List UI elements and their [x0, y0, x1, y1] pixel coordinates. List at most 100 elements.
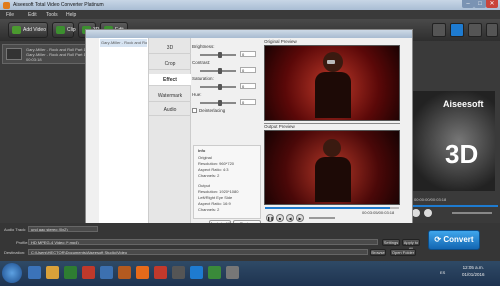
destination-field[interactable]: C:\Users\HECTOR\Documents\Aiseesoft Stud…	[28, 249, 368, 255]
minimize-button[interactable]: –	[462, 0, 474, 8]
menu-icon[interactable]	[468, 23, 482, 37]
cart-icon[interactable]	[486, 23, 498, 37]
microphone-icon	[327, 60, 335, 64]
title-bar: Aiseesoft Total Video Converter Platinum…	[0, 0, 500, 10]
seek-progress	[265, 207, 390, 209]
stop-icon[interactable]	[412, 209, 420, 217]
chrome-icon[interactable]	[82, 266, 95, 279]
tab-effect[interactable]: Effect	[149, 74, 191, 86]
hue-slider[interactable]	[200, 100, 236, 106]
apply-all-bottom-button[interactable]: Apply to All	[402, 239, 420, 251]
hue-label: Hue:	[192, 92, 202, 97]
list-view-icon[interactable]	[450, 23, 464, 37]
deinterlacing-checkbox[interactable]	[192, 108, 197, 113]
edit-tabs: 3D Crop Effect Watermark Audio	[149, 38, 191, 234]
saturation-slider[interactable]	[200, 84, 236, 90]
profile-select[interactable]: HD MPEG-4 Video (*.mp4)	[28, 239, 378, 245]
edit-dialog: Gary-Miller - Rock and Roll Part 1 3D Cr…	[85, 29, 413, 242]
pause-icon[interactable]: ❚❚	[266, 214, 274, 222]
media-icon[interactable]	[64, 266, 77, 279]
open-folder-button[interactable]: Open Folder	[390, 249, 416, 256]
contrast-knob[interactable]	[218, 68, 222, 74]
scissors-icon	[56, 26, 65, 34]
menu-tools[interactable]: Tools	[46, 12, 58, 18]
singer-head-output	[323, 139, 341, 157]
singer-body-output	[315, 157, 351, 202]
deinterlacing-label: Deinterlacing	[199, 108, 226, 113]
brightness-slider[interactable]	[200, 52, 236, 58]
contrast-label: Contrast:	[192, 60, 211, 65]
tab-3d[interactable]: 3D	[149, 42, 191, 54]
brand-preview: Aiseesoft 3D	[405, 91, 495, 191]
dialog-file-item[interactable]: Gary-Miller - Rock and Roll Part 1	[100, 39, 147, 47]
original-channels: Channels: 2	[198, 173, 220, 178]
clip-label: Clip	[67, 27, 76, 33]
menu-help[interactable]: Help	[66, 12, 76, 18]
grid-view-icon[interactable]	[432, 23, 446, 37]
volume-slider[interactable]	[452, 212, 492, 214]
output-preview	[264, 130, 400, 205]
original-preview	[264, 45, 400, 121]
contrast-value[interactable]: 0	[240, 67, 256, 73]
hue-value[interactable]: 0	[240, 99, 256, 105]
settings-button[interactable]: Settings	[382, 239, 400, 246]
brightness-value[interactable]: 0	[240, 51, 256, 57]
tab-watermark[interactable]: Watermark	[149, 90, 191, 102]
windows-start-icon[interactable]	[2, 263, 22, 283]
stop-icon[interactable]: ■	[276, 214, 284, 222]
opera-icon[interactable]	[154, 266, 167, 279]
tab-crop[interactable]: Crop	[149, 58, 191, 70]
aiseesoft-taskbar-icon[interactable]	[190, 266, 203, 279]
app-icon[interactable]	[172, 266, 185, 279]
menu-edit[interactable]: Edit	[28, 12, 37, 18]
dialog-file-list: Gary-Miller - Rock and Roll Part 1	[99, 38, 149, 234]
menu-bar: File Edit Tools Help	[0, 10, 500, 19]
original-resolution: Resolution: 960*720	[198, 161, 235, 166]
forward-icon[interactable]: ▶	[296, 214, 304, 222]
tool-icon[interactable]	[118, 266, 131, 279]
hue-knob[interactable]	[218, 100, 222, 106]
seek-track[interactable]	[265, 207, 399, 209]
clock[interactable]: 12:05 a.m. 01/01/2016	[462, 264, 485, 278]
output-header: Output	[198, 183, 211, 188]
rewind-icon[interactable]: ◀	[286, 214, 294, 222]
clip-button[interactable]: Clip	[52, 22, 76, 38]
brand-name: Aiseesoft	[443, 99, 484, 109]
add-video-icon	[12, 26, 21, 34]
contrast-slider[interactable]	[200, 68, 236, 74]
excel-icon[interactable]	[208, 266, 221, 279]
output-resolution: Resolution: 1920*1080	[198, 189, 239, 194]
brightness-knob[interactable]	[218, 52, 222, 58]
camera-icon[interactable]	[424, 209, 432, 217]
destination-label: Destination:	[4, 250, 26, 255]
ie-icon[interactable]	[28, 266, 41, 279]
folder-icon[interactable]	[46, 266, 59, 279]
saturation-value[interactable]: 0	[240, 83, 256, 89]
file-duration: 00:03:18	[26, 57, 42, 62]
info-panel: Info Original Resolution: 960*720 Aspect…	[193, 145, 261, 219]
firefox-icon[interactable]	[136, 266, 149, 279]
maximize-button[interactable]: □	[474, 0, 486, 8]
info-header: Info	[198, 148, 206, 153]
app2-icon[interactable]	[226, 266, 239, 279]
menu-file[interactable]: File	[6, 12, 14, 18]
language-indicator[interactable]: ES	[440, 270, 445, 275]
browse-button[interactable]: Browse	[370, 249, 386, 256]
close-window-button[interactable]: ✕	[486, 0, 498, 8]
output-preview-label: Output Preview	[264, 124, 295, 129]
original-preview-image	[265, 46, 399, 120]
singer-body	[315, 72, 351, 118]
volume-slider-dialog[interactable]	[309, 217, 335, 219]
audio-track-select[interactable]: und aac stereo (0x2)	[28, 226, 98, 232]
original-aspect: Aspect Ratio: 4:3	[198, 167, 229, 172]
bottom-bar: Audio Track: und aac stereo (0x2) Profil…	[0, 223, 500, 261]
convert-button[interactable]: ⟳ Convert	[428, 230, 480, 250]
word-icon[interactable]	[100, 266, 113, 279]
preview-progress[interactable]	[402, 205, 498, 207]
tab-audio[interactable]: Audio	[149, 104, 191, 116]
add-video-button[interactable]: Add Video	[8, 22, 48, 38]
preview-pane: Aiseesoft 3D 00:00:00/00:03:18	[400, 41, 500, 223]
saturation-knob[interactable]	[218, 84, 222, 90]
video-thumbnail	[6, 48, 22, 60]
dialog-title-bar	[86, 30, 412, 38]
